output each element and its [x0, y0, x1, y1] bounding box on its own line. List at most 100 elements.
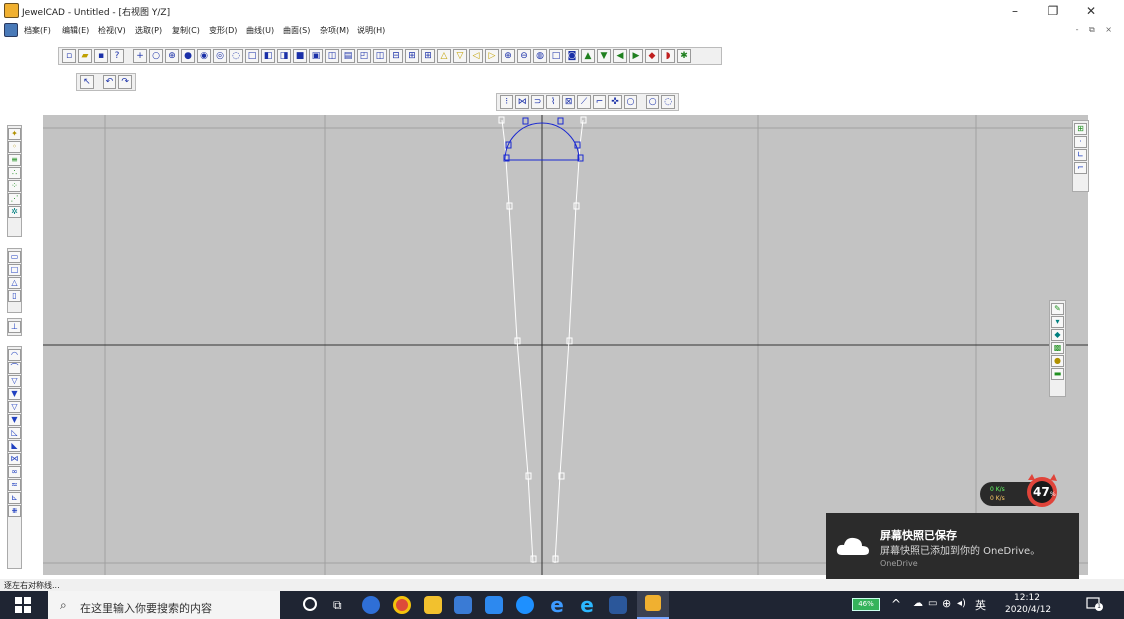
curve-point-icon[interactable]: ⁝: [500, 95, 514, 109]
tool-ruler-icon[interactable]: ⧻: [8, 504, 21, 517]
tool-select-object-icon[interactable]: ✦: [8, 127, 21, 140]
tool-cone-icon[interactable]: ▽: [8, 374, 21, 387]
filled-circle-icon[interactable]: ●: [181, 49, 195, 63]
help-pointer-icon[interactable]: ?: [110, 49, 124, 63]
tool-box-icon[interactable]: ▯: [8, 289, 21, 302]
zoom-window-icon[interactable]: ◍: [533, 49, 547, 63]
clock-time[interactable]: 12:12: [1014, 593, 1040, 603]
ie-icon[interactable]: e: [578, 595, 596, 615]
curve-node-icon[interactable]: ⌐: [592, 95, 607, 109]
menu-view[interactable]: 检视(V): [98, 25, 126, 36]
right-view-viewport[interactable]: [43, 115, 1088, 575]
snap-edge-icon[interactable]: ⌐: [1074, 161, 1087, 174]
arrow-down-green-icon[interactable]: ▼: [597, 49, 611, 63]
curve-cross-icon[interactable]: ✜: [608, 95, 622, 109]
ring-icon[interactable]: ◎: [213, 49, 227, 63]
curve-circle-icon[interactable]: ○: [623, 95, 638, 109]
clock-date[interactable]: 2020/4/12: [1005, 605, 1051, 615]
tool-rect-icon[interactable]: □: [8, 263, 21, 276]
edge-icon[interactable]: e: [548, 595, 566, 615]
curve-circle-open-icon[interactable]: ○: [646, 95, 660, 109]
menu-file[interactable]: 档案(F): [24, 25, 51, 36]
snap-grid-icon[interactable]: ⊞: [1074, 122, 1087, 135]
curve-edit-icon[interactable]: ⋈: [515, 95, 529, 109]
render-icon[interactable]: ◗: [661, 49, 675, 63]
menu-deform[interactable]: 变形(D): [209, 25, 237, 36]
menu-curve[interactable]: 曲线(U): [246, 25, 274, 36]
circle-cross-icon[interactable]: ⊕: [165, 49, 179, 63]
volume-icon[interactable]: ◂): [957, 598, 966, 609]
zoom-fit-icon[interactable]: ◙: [565, 49, 579, 63]
curve-arc-icon[interactable]: ◌: [661, 95, 675, 109]
mdi-window-controls[interactable]: - ⧉ ×: [1076, 25, 1116, 35]
tool-scatter-icon[interactable]: ∴: [8, 166, 21, 179]
split-horizontal-icon[interactable]: ⊟: [389, 49, 403, 63]
tray-expand-icon[interactable]: ^: [891, 597, 901, 611]
settings-tool-icon[interactable]: ✱: [677, 49, 691, 63]
tool-triangle-icon[interactable]: △: [8, 276, 21, 289]
tool-arc-icon[interactable]: ⌒: [8, 361, 21, 374]
menu-surface[interactable]: 曲面(S): [283, 25, 310, 36]
tool-cone-3-icon[interactable]: ▼: [8, 413, 21, 426]
jewelcad-taskbar-button[interactable]: [637, 591, 669, 619]
tool-wave-icon[interactable]: ≈: [8, 478, 21, 491]
rotate-view-icon[interactable]: ◌: [229, 49, 243, 63]
menu-select[interactable]: 选取(P): [135, 25, 162, 36]
view-3d-icon[interactable]: ◰: [357, 49, 371, 63]
material-drop-icon[interactable]: ▾: [1051, 315, 1064, 328]
close-button[interactable]: ✕: [1072, 0, 1110, 22]
view-front-icon[interactable]: ◧: [261, 49, 275, 63]
open-file-icon[interactable]: ▰: [78, 49, 92, 63]
tool-cone-2-icon[interactable]: ▽: [8, 400, 21, 413]
arrow-right-green-icon[interactable]: ▶: [629, 49, 643, 63]
view-side-icon[interactable]: ◨: [277, 49, 291, 63]
view-top-icon[interactable]: □: [245, 49, 259, 63]
arrow-up-green-icon[interactable]: ▲: [581, 49, 595, 63]
material-gem-icon[interactable]: ◆: [1051, 328, 1064, 341]
redo-icon[interactable]: ↷: [118, 75, 132, 89]
tool-grid-icon[interactable]: ⁘: [8, 179, 21, 192]
snap-point-icon[interactable]: ·: [1074, 135, 1087, 148]
view-left-icon[interactable]: ◫: [325, 49, 339, 63]
new-file-icon[interactable]: ▫: [62, 49, 76, 63]
material-bar-icon[interactable]: ▬: [1051, 367, 1064, 380]
triangle-up-icon[interactable]: △: [437, 49, 451, 63]
battery-tray-icon[interactable]: ▭: [928, 598, 937, 609]
tool-points-icon[interactable]: ◦: [8, 140, 21, 153]
tool-slope-filled-icon[interactable]: ◣: [8, 439, 21, 452]
view-back-icon[interactable]: ■: [293, 49, 307, 63]
browser-icon[interactable]: [516, 596, 534, 614]
tool-gear-icon[interactable]: ✲: [8, 205, 21, 218]
cortana-icon[interactable]: [303, 597, 317, 611]
menu-edit[interactable]: 编辑(E): [62, 25, 89, 36]
curve-join-icon[interactable]: ⊃: [530, 95, 545, 109]
minimize-button[interactable]: –: [996, 0, 1034, 22]
material-texture-icon[interactable]: ▩: [1051, 341, 1064, 354]
tool-axis-icon[interactable]: ⊥: [8, 320, 21, 333]
snap-corner-icon[interactable]: ∟: [1074, 148, 1087, 161]
four-view-alt-icon[interactable]: ⊞: [421, 49, 435, 63]
menu-copy[interactable]: 复制(C): [172, 25, 200, 36]
menu-misc[interactable]: 杂项(M): [320, 25, 349, 36]
view-right-icon[interactable]: ▤: [341, 49, 355, 63]
windows-start-icon[interactable]: [14, 596, 32, 614]
task-view-icon[interactable]: ⧉: [333, 598, 342, 613]
material-pen-icon[interactable]: ✎: [1051, 302, 1064, 315]
split-vertical-icon[interactable]: ◫: [373, 49, 387, 63]
network-icon[interactable]: ⊕: [942, 597, 951, 610]
tool-slope-icon[interactable]: ◺: [8, 426, 21, 439]
triangle-left-icon[interactable]: ◁: [469, 49, 483, 63]
triangle-down-icon[interactable]: ▽: [453, 49, 467, 63]
ime-indicator[interactable]: 英: [975, 597, 986, 613]
zoom-in-icon[interactable]: ⊕: [501, 49, 515, 63]
undo-icon[interactable]: ↶: [102, 75, 117, 89]
curve-free-icon[interactable]: ⌇: [546, 95, 560, 109]
view-bottom-icon[interactable]: ▣: [309, 49, 323, 63]
tool-diagonal-icon[interactable]: ⋰: [8, 192, 21, 205]
zoom-out-icon[interactable]: ⊖: [517, 49, 531, 63]
crosshair-icon[interactable]: +: [133, 49, 147, 63]
menu-help[interactable]: 说明(H): [357, 25, 385, 36]
triangle-right-icon[interactable]: ▷: [485, 49, 499, 63]
onedrive-tray-icon[interactable]: ☁: [913, 598, 923, 609]
store-icon[interactable]: [454, 596, 472, 614]
